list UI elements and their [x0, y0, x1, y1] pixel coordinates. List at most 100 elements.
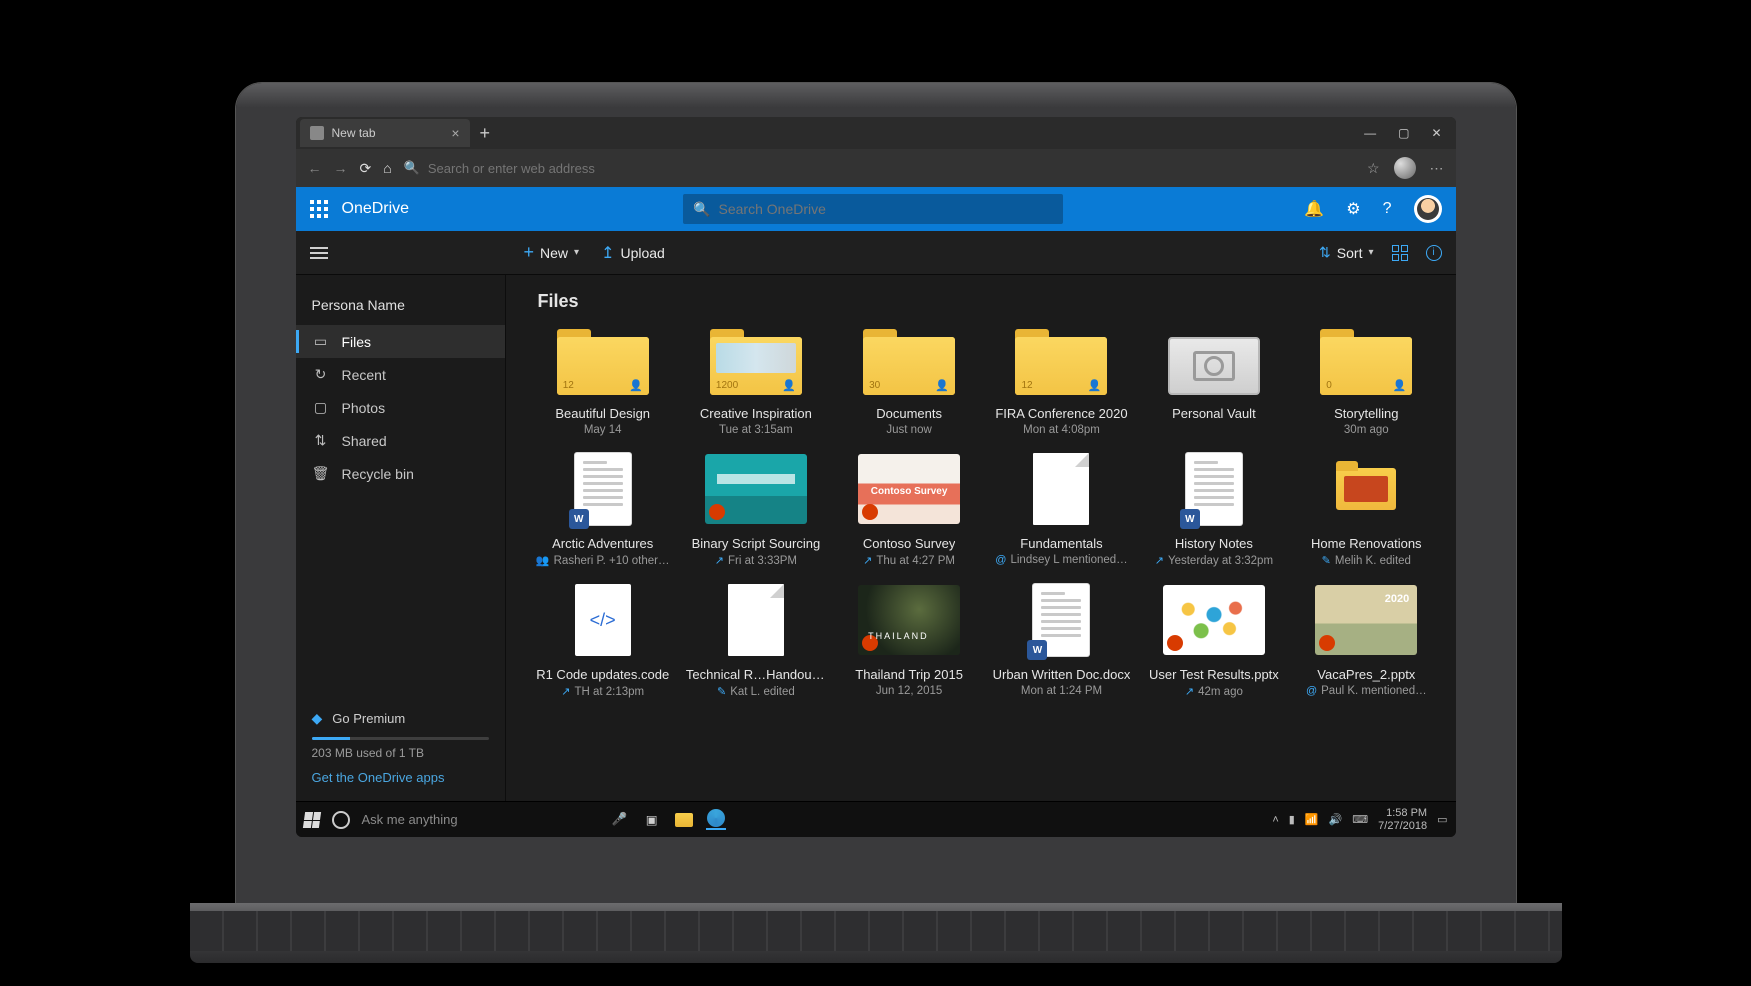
onedrive-brand: OneDrive	[342, 200, 410, 218]
file-name: Urban Written Doc.docx	[993, 667, 1131, 682]
file-tile[interactable]: 1200👤Creative InspirationTue at 3:15am	[684, 330, 828, 440]
window-minimize-icon[interactable]: —	[1364, 126, 1376, 140]
info-icon[interactable]: i	[1426, 245, 1442, 261]
mic-icon[interactable]: 🎤	[610, 810, 630, 830]
file-tile[interactable]: 30👤DocumentsJust now	[838, 330, 980, 440]
chevron-down-icon: ▾	[574, 247, 579, 258]
address-input[interactable]	[428, 161, 1355, 176]
file-tile[interactable]: Binary Script Sourcing↗Fri at 3:33PM	[684, 446, 828, 571]
go-premium-button[interactable]: ◆ Go Premium	[312, 710, 489, 727]
file-thumbnail	[1163, 334, 1265, 398]
file-tile[interactable]: 0👤Storytelling30m ago	[1295, 330, 1437, 440]
notifications-icon[interactable]: 🔔	[1304, 199, 1324, 219]
app-launcher-icon[interactable]	[310, 200, 328, 218]
start-button[interactable]	[302, 812, 320, 828]
volume-icon[interactable]: 🔊	[1329, 813, 1343, 826]
sort-button[interactable]: ⇅ Sort ▾	[1319, 244, 1373, 261]
file-thumbnail: 1200👤	[705, 334, 807, 398]
new-button[interactable]: + New ▾	[524, 242, 580, 263]
file-tile[interactable]: W History Notes ↗Yesterday at 3:32pm	[1143, 446, 1285, 571]
battery-icon[interactable]: ▮	[1289, 813, 1295, 826]
file-meta: ↗Yesterday at 3:32pm	[1155, 554, 1273, 567]
file-tile[interactable]: Technical R…Handout.pptx✎Kat L. edited	[684, 577, 828, 702]
home-icon[interactable]: ⌂	[383, 160, 391, 176]
browser-address-bar: ← → ⟳ ⌂ 🔍 ☆ ⋯	[296, 149, 1456, 187]
help-icon[interactable]: ?	[1383, 200, 1392, 218]
file-explorer-icon[interactable]	[674, 810, 694, 830]
file-thumbnail: 12👤	[1010, 334, 1112, 398]
file-name: VacaPres_2.pptx	[1317, 667, 1415, 682]
file-tile[interactable]: Personal Vault	[1143, 330, 1285, 440]
file-tile[interactable]: Contoso Survey↗Thu at 4:27 PM	[838, 446, 980, 571]
file-tile[interactable]: WArctic Adventures👥Rasheri P. +10 other…	[532, 446, 674, 571]
settings-gear-icon[interactable]: ⚙	[1346, 199, 1360, 219]
file-meta: 👥Rasheri P. +10 other…	[536, 554, 670, 567]
sidebar-item-shared[interactable]: ⇅ Shared	[296, 424, 505, 457]
browser-profile-icon[interactable]	[1394, 157, 1416, 179]
sidebar-item-photos[interactable]: ▢ Photos	[296, 391, 505, 424]
refresh-icon[interactable]: ⟳	[360, 160, 372, 177]
file-thumbnail: 0👤	[1315, 334, 1417, 398]
action-center-icon[interactable]: ▭	[1437, 813, 1447, 826]
new-tab-button[interactable]: +	[480, 123, 491, 144]
upload-button[interactable]: ↥ Upload	[601, 243, 665, 263]
file-tile[interactable]: WUrban Written Doc.docxMon at 1:24 PM	[990, 577, 1132, 702]
sidebar-item-label: Shared	[342, 433, 387, 449]
file-tile[interactable]: VacaPres_2.pptx@Paul K. mentioned…	[1295, 577, 1437, 702]
file-tile[interactable]: 12👤Beautiful DesignMay 14	[532, 330, 674, 440]
sidebar-item-recent[interactable]: ↻ Recent	[296, 358, 505, 391]
file-thumbnail: W	[1163, 450, 1265, 528]
onedrive-search[interactable]: 🔍	[683, 194, 1063, 224]
browser-tab[interactable]: New tab ×	[300, 119, 470, 147]
onedrive-header: OneDrive 🔍 🔔 ⚙ ?	[296, 187, 1456, 231]
file-name: Arctic Adventures	[552, 536, 653, 551]
file-tile[interactable]: 12👤FIRA Conference 2020Mon at 4:08pm	[990, 330, 1132, 440]
file-name: Home Renovations	[1311, 536, 1422, 551]
file-name: History Notes	[1175, 536, 1253, 551]
cortana-input[interactable]: Ask me anything	[362, 812, 458, 827]
browser-menu-icon[interactable]: ⋯	[1430, 160, 1444, 177]
forward-icon[interactable]: →	[334, 160, 348, 176]
time-text: 1:58 PM	[1378, 807, 1427, 819]
main-content: Files 12👤Beautiful DesignMay 141200👤Crea…	[506, 275, 1456, 801]
file-tile[interactable]: Thailand Trip 2015Jun 12, 2015	[838, 577, 980, 702]
sort-label: Sort	[1337, 245, 1363, 261]
wifi-icon[interactable]: 📶	[1305, 813, 1319, 826]
file-tile[interactable]: </>R1 Code updates.code↗TH at 2:13pm	[532, 577, 674, 702]
onedrive-search-input[interactable]	[719, 201, 1054, 217]
edge-browser-icon[interactable]	[706, 810, 726, 830]
nav-toggle-icon[interactable]	[310, 247, 328, 259]
shared-icon: ⇅	[312, 432, 330, 449]
account-avatar[interactable]	[1414, 195, 1442, 223]
file-meta: Jun 12, 2015	[876, 685, 943, 697]
window-close-icon[interactable]: ✕	[1431, 126, 1441, 140]
get-apps-link[interactable]: Get the OneDrive apps	[312, 770, 489, 785]
sidebar-item-recycle-bin[interactable]: 🗑 Recycle bin	[296, 457, 505, 490]
clock[interactable]: 1:58 PM 7/27/2018	[1378, 807, 1427, 831]
sidebar-item-files[interactable]: ▭ Files	[296, 325, 505, 358]
files-grid: 12👤Beautiful DesignMay 141200👤Creative I…	[532, 330, 1438, 702]
task-view-icon[interactable]: ▣	[642, 810, 662, 830]
sidebar-item-label: Files	[342, 334, 372, 350]
file-thumbnail	[858, 581, 960, 659]
window-maximize-icon[interactable]: ▢	[1398, 126, 1409, 140]
file-tile[interactable]: Fundamentals@Lindsey L mentioned…	[990, 446, 1132, 571]
sidebar: Persona Name ▭ Files ↻ Recent ▢ Photos ⇅…	[296, 275, 506, 801]
upload-label: Upload	[620, 245, 664, 261]
view-toggle-icon[interactable]	[1392, 245, 1408, 261]
file-tile[interactable]: Home Renovations✎Melih K. edited	[1295, 446, 1437, 571]
storage-text: 203 MB used of 1 TB	[312, 746, 489, 760]
tab-close-icon[interactable]: ×	[451, 125, 459, 141]
file-thumbnail	[705, 581, 807, 659]
favorite-icon[interactable]: ☆	[1367, 160, 1380, 177]
cortana-icon[interactable]	[332, 811, 350, 829]
language-icon[interactable]: ⌨	[1352, 813, 1368, 826]
file-meta: Just now	[886, 424, 931, 436]
file-tile[interactable]: User Test Results.pptx↗42m ago	[1143, 577, 1285, 702]
tray-chevron-icon[interactable]: ˄	[1272, 814, 1278, 826]
back-icon[interactable]: ←	[308, 160, 322, 176]
tab-title: New tab	[332, 126, 376, 140]
file-meta: 30m ago	[1344, 424, 1389, 436]
premium-label: Go Premium	[332, 711, 405, 726]
file-name: Technical R…Handout.pptx	[686, 667, 826, 682]
